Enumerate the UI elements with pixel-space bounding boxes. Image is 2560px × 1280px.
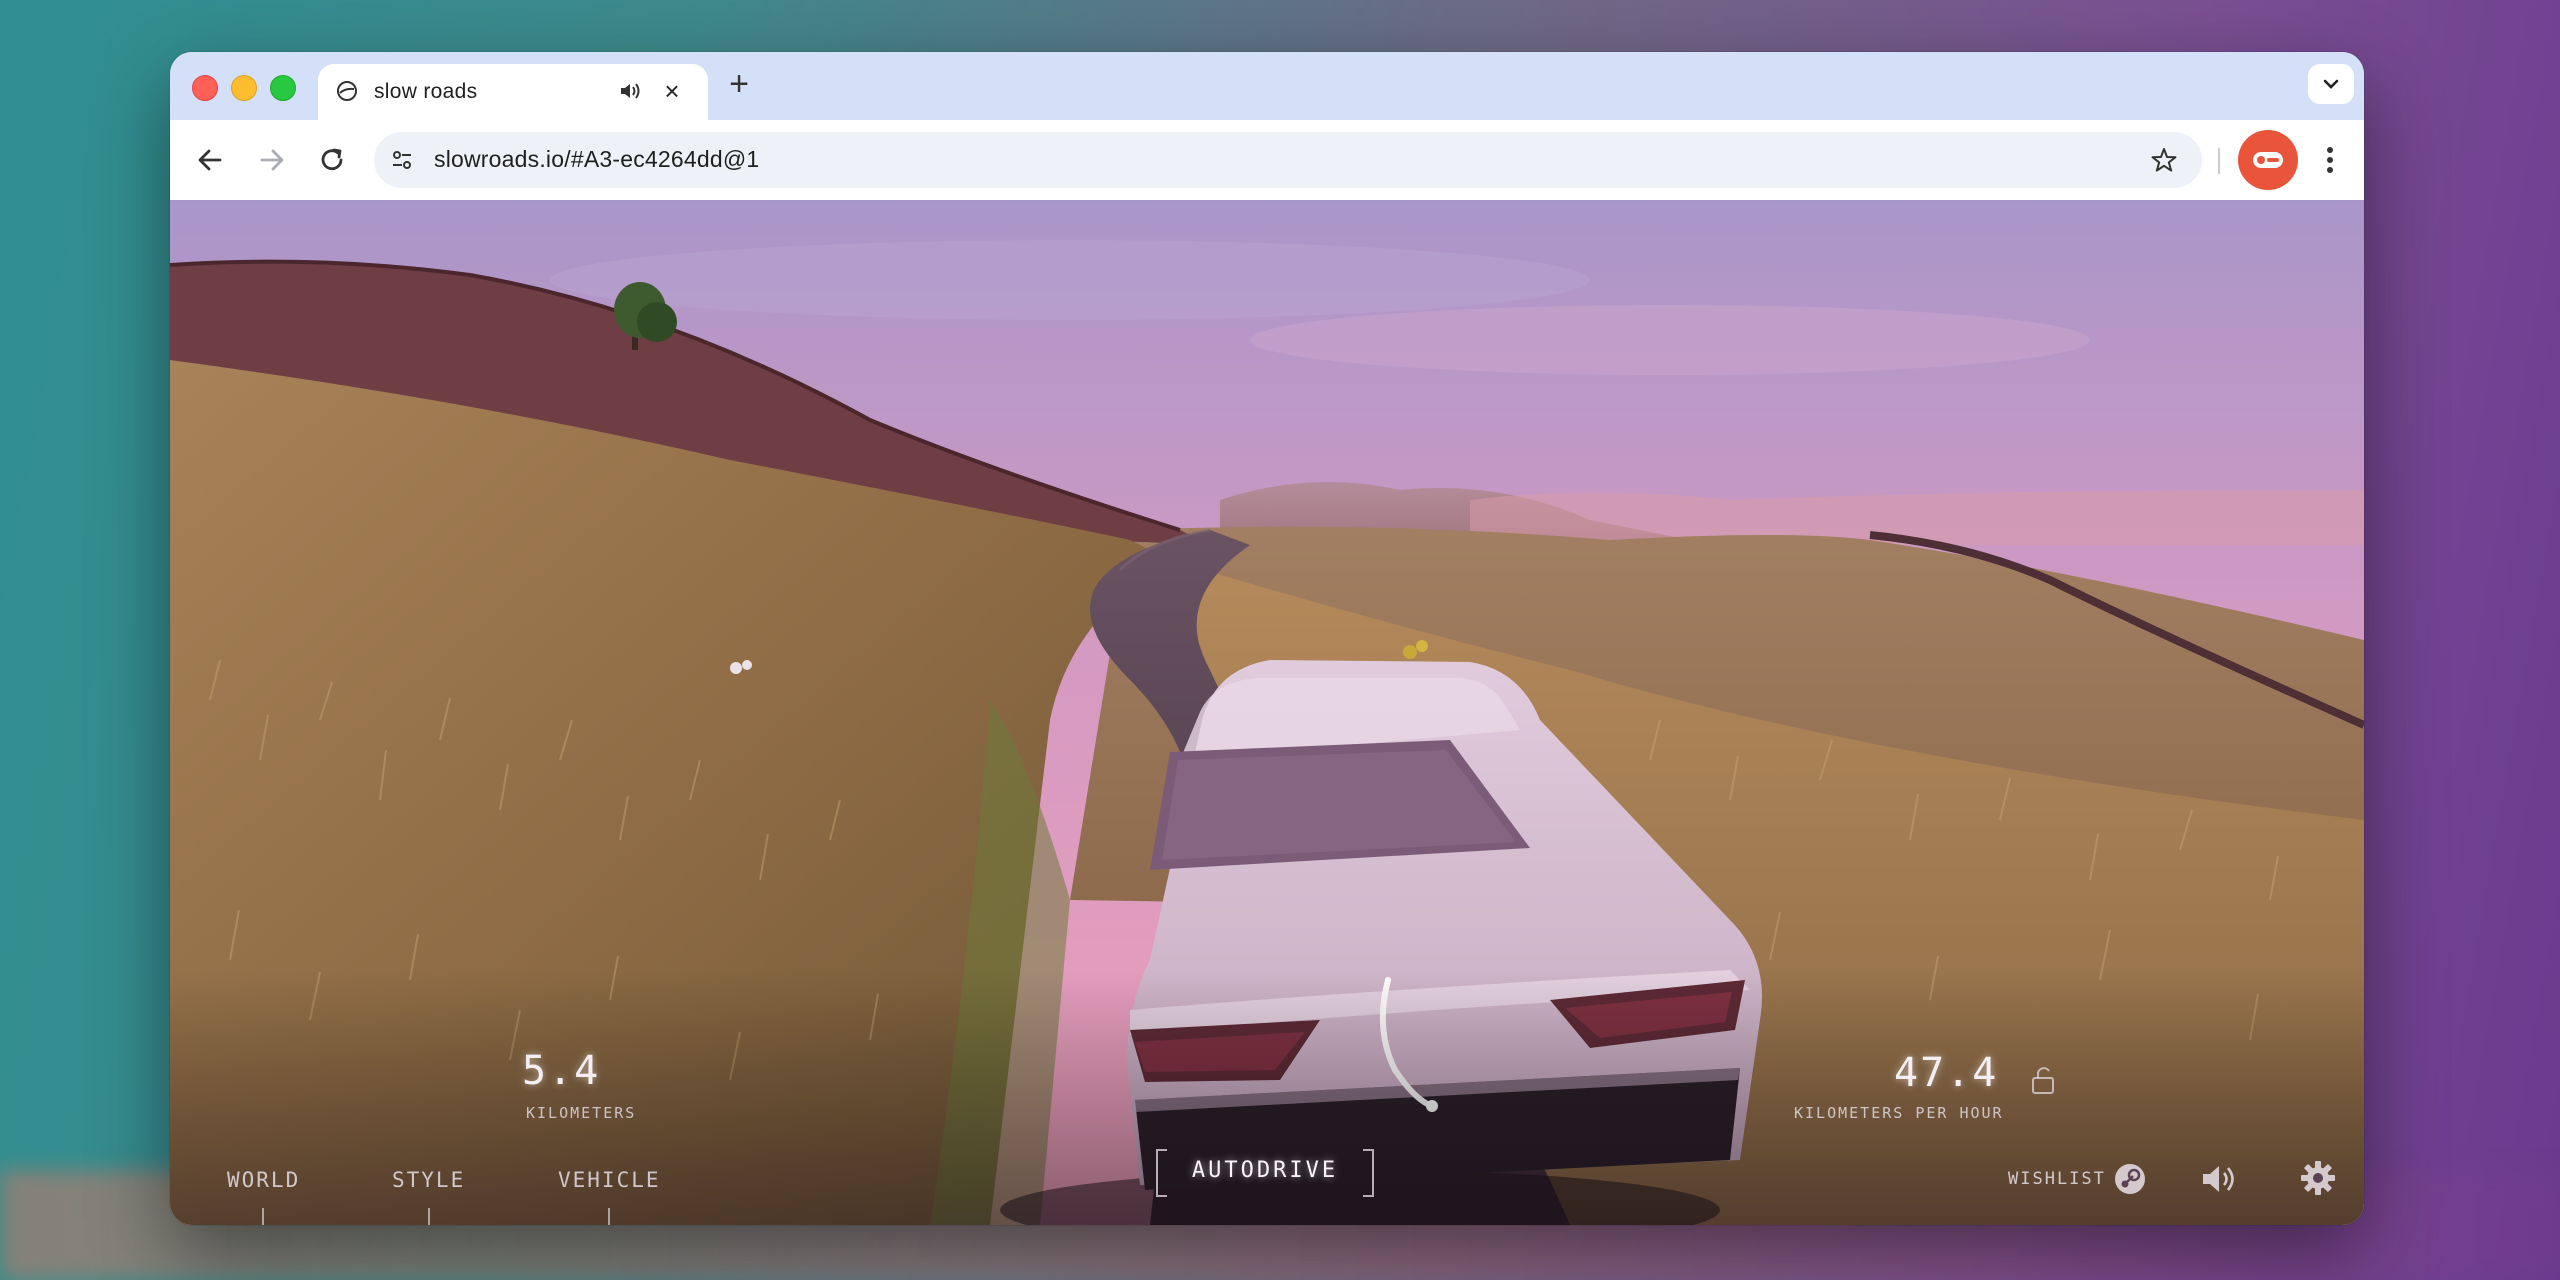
slow-roads-favicon [337,81,357,101]
autodrive-button[interactable]: AUTODRIVE [1155,1148,1375,1197]
back-arrow-icon[interactable] [192,142,228,178]
speed-value: 47.4 [1894,1050,1999,1096]
menu-world[interactable]: WORLD [227,1168,300,1192]
unlock-icon[interactable] [2030,1064,2056,1096]
reload-icon[interactable] [314,142,350,178]
browser-toolbar: slowroads.io/#A3-ec4264dd@1 [170,120,2364,201]
speed-label: KILOMETERS PER HOUR [1794,1104,2004,1122]
autodrive-label: AUTODRIVE [1191,1158,1339,1183]
tune-icon[interactable] [386,144,418,176]
profile-avatar-icon[interactable] [2238,130,2298,190]
menu-style[interactable]: STYLE [392,1168,465,1192]
menu-tick [608,1208,610,1225]
steam-icon[interactable] [2113,1162,2147,1196]
distance-value: 5.4 [522,1048,601,1094]
chevron-down-icon [2323,79,2339,89]
plus-icon[interactable]: + [722,67,756,102]
menu-tick [428,1208,430,1225]
distance-label: KILOMETERS [526,1104,637,1122]
star-icon[interactable] [2150,146,2178,174]
address-bar[interactable]: slowroads.io/#A3-ec4264dd@1 [374,132,2202,188]
more-vert-icon[interactable] [2318,140,2342,180]
browser-tab[interactable]: slow roads × [318,64,708,120]
volume-icon[interactable] [2200,1162,2238,1196]
tab-strip: slow roads × + [170,52,2364,120]
forward-arrow-icon[interactable] [254,142,290,178]
tab-search-button[interactable] [2308,64,2354,104]
url-text[interactable]: slowroads.io/#A3-ec4264dd@1 [434,146,759,173]
window-zoom-button[interactable] [270,75,296,101]
window-close-button[interactable] [192,75,218,101]
toolbar-divider [2218,148,2220,174]
wishlist-link[interactable]: WISHLIST [2008,1169,2106,1189]
browser-window: slow roads × + slowroads.io/#A3-ec4264dd… [170,52,2364,1225]
menu-tick [262,1208,264,1225]
menu-vehicle[interactable]: VEHICLE [558,1168,661,1192]
speaker-icon[interactable] [618,79,642,103]
close-icon[interactable]: × [658,77,686,105]
window-minimize-button[interactable] [231,75,257,101]
tab-title: slow roads [374,80,478,103]
gear-icon[interactable] [2300,1160,2336,1196]
game-viewport[interactable]: 5.4 KILOMETERS 47.4 KILOMETERS PER HOUR … [170,200,2364,1225]
